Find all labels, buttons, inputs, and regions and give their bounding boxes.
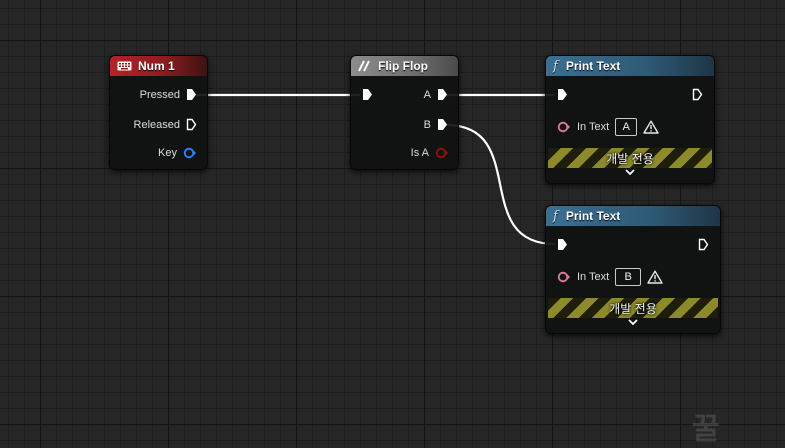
pin-label: Key (158, 147, 177, 159)
keyboard-icon (117, 61, 132, 71)
pin-a[interactable]: A (424, 88, 448, 101)
pin-exec-in[interactable] (557, 88, 568, 101)
node-num1[interactable]: Num 1 Pressed Released Key (109, 55, 208, 170)
flipflop-icon (358, 60, 372, 72)
development-only-banner: 개발 전용 (548, 298, 718, 318)
node-flipflop-header[interactable]: Flip Flop (351, 56, 458, 76)
pin-label: Pressed (139, 88, 180, 101)
text-pin-icon[interactable] (557, 121, 571, 133)
pin-released[interactable]: Released (134, 118, 197, 131)
chevron-down-icon[interactable] (625, 169, 635, 176)
exec-pin-icon[interactable] (692, 88, 703, 101)
exec-pin-connected-icon[interactable] (186, 88, 197, 101)
pin-label: A (423, 88, 431, 101)
pin-label: B (423, 118, 431, 131)
function-icon: f (553, 58, 558, 74)
function-icon: f (553, 208, 558, 224)
development-only-label: 개발 전용 (606, 151, 654, 166)
exec-pin-connected-icon[interactable] (557, 238, 568, 251)
development-only-banner: 개발 전용 (548, 148, 712, 168)
pin-key[interactable]: Key (158, 147, 197, 159)
exec-pin-connected-icon[interactable] (557, 88, 568, 101)
in-text-input[interactable]: B (615, 268, 642, 286)
node-print-text-a[interactable]: f Print Text In Text A 개발 전용 (545, 55, 715, 184)
in-text-input[interactable]: A (615, 118, 638, 136)
node-title: Print Text (565, 59, 621, 73)
node-title: Num 1 (138, 59, 175, 73)
warning-icon (643, 120, 659, 134)
chevron-down-icon[interactable] (628, 319, 638, 326)
exec-pin-connected-icon[interactable] (437, 88, 448, 101)
exec-pin-connected-icon[interactable] (437, 118, 448, 131)
development-only-label: 개발 전용 (609, 301, 657, 316)
pin-exec-out[interactable] (698, 238, 709, 251)
pin-label: In Text (577, 271, 610, 283)
exec-pin-icon[interactable] (698, 238, 709, 251)
key-pin-icon[interactable] (183, 147, 197, 159)
exec-pin-connected-icon[interactable] (362, 88, 373, 101)
pin-flipflop-exec-in[interactable] (362, 88, 373, 101)
node-title: Flip Flop (378, 59, 428, 73)
pin-in-text[interactable]: In Text B (557, 268, 663, 286)
pin-label: Is A (410, 147, 429, 159)
pin-label: In Text (577, 121, 610, 133)
node-num1-header[interactable]: Num 1 (110, 56, 207, 76)
pin-in-text[interactable]: In Text A (557, 118, 659, 136)
node-print-text-b[interactable]: f Print Text In Text B 개발 전용 (545, 205, 721, 334)
text-pin-icon[interactable] (557, 271, 571, 283)
wire-b-to-print2[interactable] (445, 123, 556, 246)
pin-b[interactable]: B (424, 118, 448, 131)
node-print-text-b-header[interactable]: f Print Text (546, 206, 720, 226)
exec-pin-icon[interactable] (186, 118, 197, 131)
pin-exec-in[interactable] (557, 238, 568, 251)
watermark: 꿀 (692, 413, 722, 446)
warning-icon (647, 270, 663, 284)
pin-exec-out[interactable] (692, 88, 703, 101)
bool-pin-icon[interactable] (435, 147, 449, 159)
node-title: Print Text (565, 209, 621, 223)
pin-label: Released (133, 118, 180, 131)
node-flipflop[interactable]: Flip Flop A B Is A (350, 55, 459, 170)
pin-pressed[interactable]: Pressed (140, 88, 197, 101)
node-print-text-a-header[interactable]: f Print Text (546, 56, 714, 76)
pin-is-a[interactable]: Is A (411, 147, 449, 159)
